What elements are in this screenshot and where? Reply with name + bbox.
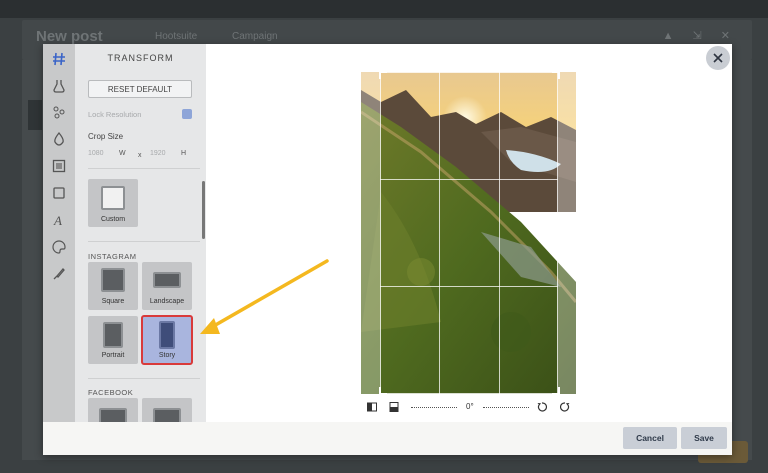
tool-rail: A xyxy=(43,44,75,422)
cancel-button[interactable]: Cancel xyxy=(623,427,677,449)
square-crop-preset[interactable]: Square xyxy=(88,262,138,310)
square-preset-label: Square xyxy=(101,298,125,305)
rotate-right-icon[interactable] xyxy=(560,402,570,412)
transform-toolbar: 0° xyxy=(361,400,576,414)
landscape-preset-thumb xyxy=(153,272,181,288)
crop-grid-line xyxy=(439,72,440,394)
palette-icon xyxy=(52,240,66,254)
text-icon: A xyxy=(53,213,62,227)
background-topbar xyxy=(0,0,768,18)
rotation-value: 0° xyxy=(466,402,474,411)
sticker-tool-button[interactable] xyxy=(50,238,68,256)
brush-tool-button[interactable] xyxy=(50,265,68,283)
crop-handle-bottom-left[interactable] xyxy=(379,387,387,395)
facebook-heading: FACEBOOK xyxy=(88,388,134,397)
crop-grid-line xyxy=(499,72,500,394)
height-unit-label: H xyxy=(181,150,187,157)
flip-horizontal-icon[interactable] xyxy=(367,402,377,412)
lock-resolution-label: Lock Resolution xyxy=(88,110,142,119)
landscape-preset-label: Landscape xyxy=(149,298,185,305)
crop-handle-top-left[interactable] xyxy=(379,71,387,79)
crop-handle-top-right[interactable] xyxy=(552,71,560,79)
portrait-preset-label: Portrait xyxy=(101,352,125,359)
image-editor-modal: A TRANSFORM RESET DEFAULT Lock Resolutio… xyxy=(43,44,732,455)
square-icon xyxy=(53,187,65,199)
landscape-crop-preset[interactable]: Landscape xyxy=(142,262,192,310)
svg-text:A: A xyxy=(53,213,62,227)
story-crop-preset[interactable]: Story xyxy=(141,315,193,365)
rotate-left-icon[interactable] xyxy=(537,402,547,412)
close-button[interactable] xyxy=(706,46,730,70)
dimension-separator: x xyxy=(138,152,142,159)
close-icon xyxy=(713,53,723,63)
background-menu-campaign: Campaign xyxy=(232,31,278,42)
frame-tool-button[interactable] xyxy=(50,157,68,175)
facebook-preset-2[interactable] xyxy=(142,398,192,422)
flask-icon xyxy=(53,80,65,93)
crop-box[interactable] xyxy=(380,72,558,394)
hash-icon xyxy=(53,52,65,66)
portrait-preset-thumb xyxy=(103,322,123,348)
crop-handle-bottom-right[interactable] xyxy=(552,387,560,395)
nodes-icon xyxy=(53,106,65,119)
width-unit-label: W xyxy=(119,150,126,157)
story-preset-label: Story xyxy=(158,352,176,359)
square-preset-thumb xyxy=(101,268,125,292)
rotation-scale-right[interactable] xyxy=(483,407,529,408)
drop-icon xyxy=(54,132,64,146)
panel-divider xyxy=(88,168,200,169)
panel-divider xyxy=(88,378,200,379)
text-tool-button[interactable]: A xyxy=(50,211,68,229)
transform-tool-button[interactable] xyxy=(50,50,68,68)
lock-resolution-checkbox[interactable] xyxy=(182,109,192,119)
transform-panel: TRANSFORM RESET DEFAULT Lock Resolution … xyxy=(75,44,206,422)
rotation-scale-left[interactable] xyxy=(411,407,457,408)
crop-grid-line xyxy=(380,179,558,180)
panel-scrollbar[interactable] xyxy=(202,181,205,239)
height-input[interactable]: 1920 xyxy=(150,150,166,157)
custom-crop-preset[interactable]: Custom xyxy=(88,179,138,227)
background-header-icons: ▲ ⇲ ✕ xyxy=(662,30,738,42)
crop-shade-left xyxy=(361,72,380,394)
story-preset-thumb xyxy=(159,321,175,349)
custom-preset-label: Custom xyxy=(100,216,126,223)
frame-icon xyxy=(52,159,66,173)
brush-icon xyxy=(53,268,65,280)
custom-preset-thumb xyxy=(101,186,125,210)
focus-tool-button[interactable] xyxy=(50,130,68,148)
panel-title: TRANSFORM xyxy=(107,53,174,63)
facebook-preset-1[interactable] xyxy=(88,398,138,422)
background-side-marker xyxy=(28,100,42,130)
flip-vertical-icon[interactable] xyxy=(389,402,399,412)
crop-shade-right xyxy=(558,72,576,394)
instagram-heading: INSTAGRAM xyxy=(88,252,137,261)
panel-divider xyxy=(88,241,200,242)
filter-tool-button[interactable] xyxy=(50,103,68,121)
overlay-tool-button[interactable] xyxy=(50,184,68,202)
facebook-preset-1-thumb xyxy=(99,408,127,422)
save-button[interactable]: Save xyxy=(681,427,727,449)
background-menu-hootsuite: Hootsuite xyxy=(155,31,198,42)
adjust-tool-button[interactable] xyxy=(50,77,68,95)
crop-grid-line xyxy=(380,286,558,287)
reset-default-button[interactable]: RESET DEFAULT xyxy=(88,80,192,98)
portrait-crop-preset[interactable]: Portrait xyxy=(88,316,138,364)
crop-size-label: Crop Size xyxy=(88,132,124,141)
width-input[interactable]: 1080 xyxy=(88,150,104,157)
facebook-preset-2-thumb xyxy=(153,408,181,422)
background-page-title: New post xyxy=(36,28,103,45)
